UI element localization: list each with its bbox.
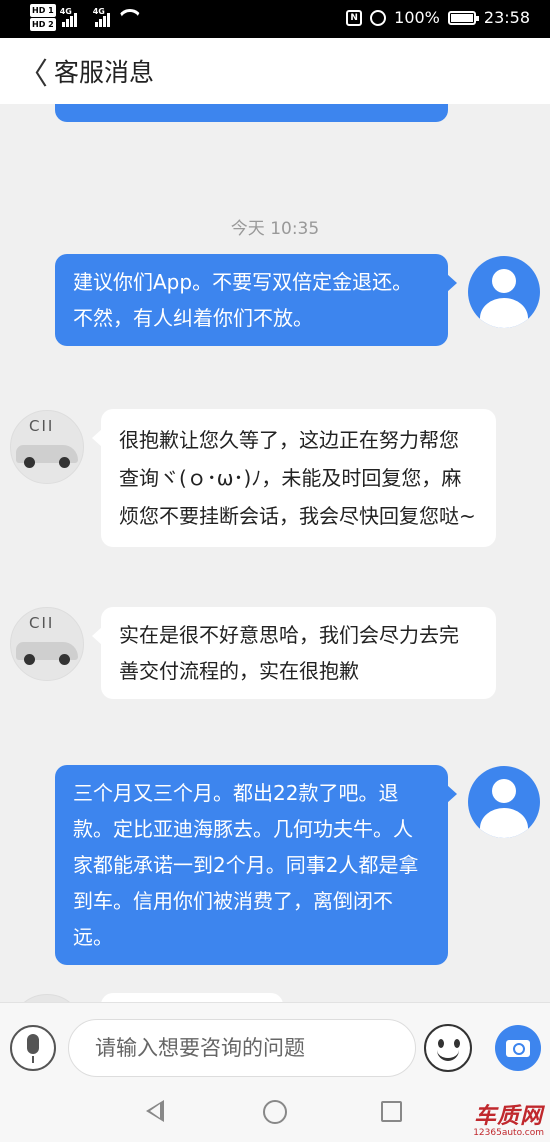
agent-avatar-logo: CII (29, 614, 55, 632)
emoji-icon[interactable] (424, 1024, 472, 1072)
nav-home-icon[interactable] (263, 1100, 287, 1124)
user-avatar (468, 256, 540, 328)
wifi-icon (118, 9, 140, 27)
signal-icon-sim2: 4G (92, 7, 110, 27)
status-bar: HD 1 HD 2 4G 4G N 100% 23:58 (0, 0, 550, 38)
hd-indicator: HD 1 HD 2 (30, 4, 56, 32)
battery-icon (447, 10, 479, 25)
input-bar (0, 1002, 550, 1092)
nav-recent-apps-icon[interactable] (381, 1101, 402, 1122)
system-nav-bar: 车质网 12365auto.com (0, 1092, 550, 1142)
message-bubble-agent: 很抱歉让您久等了，这边正在努力帮您查询ヾ(ｏ･ω･)ﾉ，未能及时回复您，麻烦您不… (92, 409, 496, 547)
message-bubble-agent: 实在是很不好意思哈，我们会尽力去完善交付流程的，实在很抱歉 (92, 607, 496, 699)
watermark-sub: 12365auto.com (473, 1128, 544, 1138)
battery-percent: 100% (394, 8, 440, 27)
status-bar-right: N 100% 23:58 (346, 8, 530, 27)
message-bubble-user: 三个月又三个月。都出22款了吧。退款。定比亚迪海豚去。几何功夫牛。人家都能承诺一… (55, 765, 457, 965)
nav-back-icon[interactable] (146, 1100, 164, 1122)
message-bubble-agent-partial (101, 993, 283, 1002)
page-title: 客服消息 (54, 58, 155, 87)
header: 〈 客服消息 (0, 38, 550, 104)
agent-avatar (10, 994, 84, 1002)
message-bubble-user: 建议你们App。不要写双倍定金退还。不然，有人纠着你们不放。 (55, 254, 457, 346)
hd1-label: HD 1 (30, 4, 56, 17)
watermark-logo: 车质网 12365auto.com (473, 1098, 544, 1138)
network-type-2: 4G (92, 7, 105, 16)
clock: 23:58 (483, 8, 530, 27)
hd2-label: HD 2 (30, 18, 56, 31)
agent-avatar: CII (10, 410, 84, 484)
status-bar-left: HD 1 HD 2 4G 4G (30, 4, 140, 32)
agent-avatar-logo: CII (29, 417, 55, 435)
camera-icon[interactable] (495, 1025, 541, 1071)
network-type-1: 4G (59, 7, 72, 16)
user-avatar (468, 766, 540, 838)
watermark-main: 车质网 (474, 1104, 544, 1129)
nfc-icon: N (346, 9, 363, 26)
message-input[interactable] (68, 1019, 416, 1077)
message-timestamp: 今天 10:35 (230, 219, 320, 239)
signal-icon-sim1: 4G (59, 7, 77, 27)
chat-area[interactable]: 一个月车。我一直充反应。增感思。 今天 10:35 建议你们App。不要写双倍定… (0, 104, 550, 1002)
agent-avatar: CII (10, 607, 84, 681)
microphone-icon[interactable] (10, 1025, 56, 1071)
back-icon[interactable]: 〈 (18, 49, 48, 93)
message-bubble-user: 一个月车。我一直充反应。增感思。 (55, 104, 448, 122)
alarm-icon (370, 9, 387, 26)
